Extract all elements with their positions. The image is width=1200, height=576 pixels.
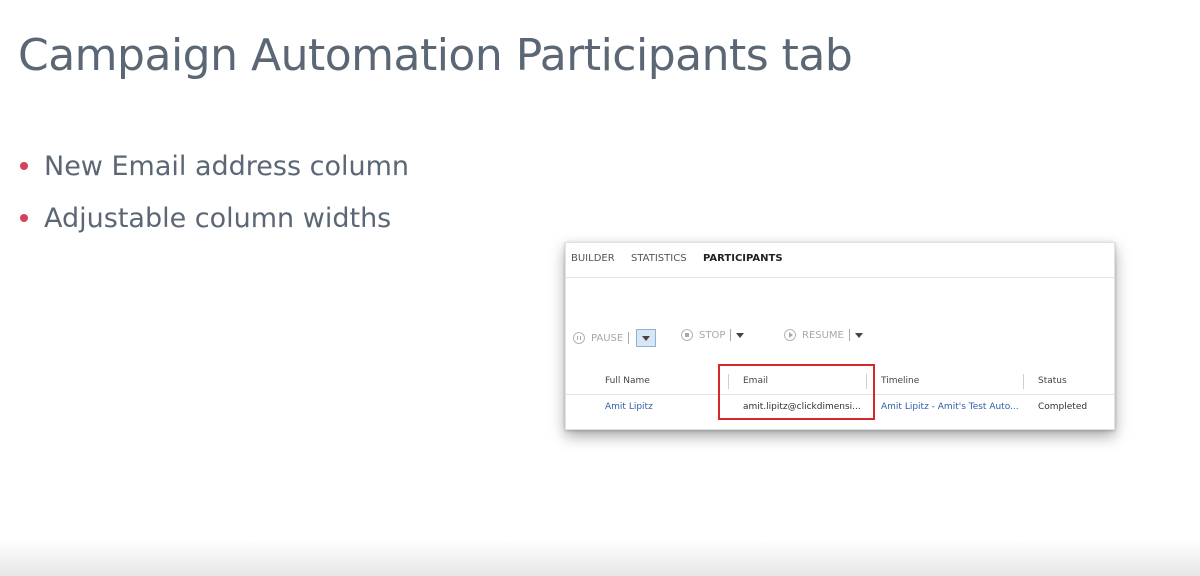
cell-full-name[interactable]: Amit Lipitz [605,402,653,412]
tab-builder[interactable]: BUILDER [571,253,615,264]
cell-timeline[interactable]: Amit Lipitz - Amit's Test Auto... [881,402,1021,412]
tab-statistics[interactable]: STATISTICS [631,253,687,264]
chevron-down-icon[interactable] [854,332,863,338]
bullet-dot-icon [20,214,28,222]
chevron-down-icon[interactable] [736,332,745,338]
pause-button[interactable]: PAUSE [573,329,657,347]
stop-label: STOP [699,329,726,341]
pause-label: PAUSE [591,332,624,344]
pause-dropdown-button[interactable] [636,329,657,347]
participants-screenshot-panel: BUILDER STATISTICS PARTICIPANTS PAUSE ST… [565,242,1115,430]
tab-participants[interactable]: PARTICIPANTS [703,253,783,264]
toolbar-separator [848,329,850,341]
slide-title: Campaign Automation Participants tab [18,30,853,81]
bullet-dot-icon [20,162,28,170]
resume-label: RESUME [802,329,844,341]
bullet-item: New Email address column [20,140,409,192]
pause-icon [573,332,585,344]
resume-button[interactable]: RESUME [784,329,863,341]
play-icon [784,329,796,341]
column-resize-handle[interactable] [1023,374,1024,389]
bullet-list: New Email address column Adjustable colu… [20,140,409,244]
chevron-down-icon [642,335,651,341]
column-header-timeline[interactable]: Timeline [881,376,919,386]
stop-button[interactable]: STOP [681,329,745,341]
toolbar: PAUSE STOP RESUME [566,327,1114,351]
tab-bar: BUILDER STATISTICS PARTICIPANTS [566,243,1114,278]
column-header-status[interactable]: Status [1038,376,1067,386]
toolbar-separator [730,329,732,341]
column-header-full-name[interactable]: Full Name [605,376,650,386]
bullet-item: Adjustable column widths [20,192,409,244]
email-column-highlight-box [718,364,875,420]
bullet-text: Adjustable column widths [44,202,392,234]
bullet-text: New Email address column [44,150,410,182]
toolbar-separator [628,332,630,344]
stop-icon [681,329,693,341]
cell-status: Completed [1038,402,1088,412]
bottom-shadow [0,540,1200,576]
